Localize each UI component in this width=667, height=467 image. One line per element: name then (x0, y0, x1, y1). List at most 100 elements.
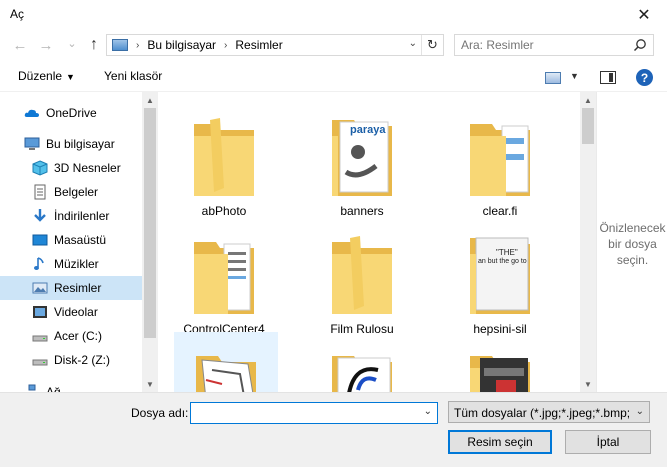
organize-label: Düzenle (18, 69, 63, 83)
nav-item-label: Bu bilgisayar (46, 137, 115, 151)
nav-item-label: Resimler (54, 281, 102, 295)
nav-item-label: Masaüstü (54, 233, 107, 247)
open-button[interactable]: Resim seçin (448, 430, 552, 454)
drive-icon (32, 359, 48, 366)
caret-down-icon: ▼ (66, 72, 75, 82)
nav-item-label: 3D Nesneler (54, 161, 121, 175)
file-item-controlcenter4[interactable]: ControlCenter4 (172, 218, 276, 336)
desktop-icon (32, 234, 48, 246)
nav-item-label: İndirilenler (54, 209, 110, 223)
command-bar: Düzenle ▼ Yeni klasör ▼ ? (0, 62, 667, 92)
pc-icon (112, 39, 128, 51)
nav-item-label: Müzikler (54, 257, 99, 271)
nav-item-this-pc[interactable]: Bu bilgisayar (0, 132, 142, 156)
file-item-clear-fi[interactable]: clear.fi (448, 100, 552, 218)
scroll-down-icon[interactable]: ▼ (580, 376, 596, 392)
nav-item-drive-c[interactable]: Acer (C:) (0, 324, 142, 348)
folder-icon (332, 236, 392, 314)
file-item-film-rulosu[interactable]: Film Rulosu (310, 218, 414, 336)
file-item[interactable] (310, 332, 414, 392)
preview-line: bir dosya (608, 237, 657, 251)
nav-item-documents[interactable]: Belgeler (0, 180, 142, 204)
preview-line: Önizlenecek (599, 221, 666, 235)
forward-icon[interactable]: → (36, 36, 56, 54)
scroll-down-icon[interactable]: ▼ (142, 376, 158, 392)
up-icon[interactable]: ↑ (84, 36, 104, 54)
close-icon[interactable]: ✕ (621, 0, 667, 30)
nav-item-network[interactable]: Ağ (0, 380, 142, 392)
file-name: abPhoto (201, 204, 247, 218)
preview-pane-icon[interactable] (600, 71, 616, 84)
file-item-hepsini-sil[interactable]: "THE" an but the go to hepsini-sil (448, 218, 552, 336)
thumbnail-caption: an but the go to (478, 258, 527, 265)
address-bar[interactable]: › Bu bilgisayar › Resimler ⌄ ↻ (106, 34, 444, 56)
breadcrumb-separator: › (224, 39, 228, 51)
nav-item-label: Videolar (54, 305, 98, 319)
chevron-down-icon[interactable]: ⌄ (636, 406, 644, 417)
file-item[interactable] (448, 332, 552, 392)
folder-icon (470, 356, 530, 392)
breadcrumb-pictures[interactable]: Resimler (235, 38, 282, 52)
file-name: clear.fi (482, 204, 518, 218)
preview-line: seçin. (616, 253, 649, 267)
nav-item-label: OneDrive (46, 106, 97, 120)
chevron-down-icon[interactable]: ⌄ (424, 406, 432, 417)
recent-locations-icon[interactable]: ⌄ (62, 34, 82, 52)
document-icon (34, 184, 46, 200)
preview-message: Önizlenecek bir dosya seçin. (597, 220, 667, 268)
search-icon[interactable] (633, 38, 647, 52)
folder-icon (194, 118, 254, 196)
file-list: abPhoto paraya banners clear.fi ControlC… (160, 92, 596, 392)
search-input[interactable] (455, 35, 625, 55)
music-icon (34, 257, 44, 270)
caret-down-icon[interactable]: ▼ (570, 71, 579, 81)
nav-item-drive-z[interactable]: Disk-2 (Z:) (0, 348, 142, 372)
file-item-selected[interactable] (174, 332, 278, 392)
scroll-thumb[interactable] (582, 108, 594, 144)
nav-item-label: Ağ (46, 385, 61, 392)
folder-icon (470, 124, 530, 196)
filetype-select[interactable]: Tüm dosyalar (*.jpg;*.jpeg;*.bmp; ⌄ (448, 401, 650, 423)
drive-icon (32, 335, 48, 342)
navigation-pane: OneDrive Bu bilgisayar 3D Nesneler Belge… (0, 92, 158, 392)
help-icon[interactable]: ? (636, 69, 653, 86)
scroll-thumb[interactable] (144, 108, 156, 338)
nav-item-pictures[interactable]: Resimler (0, 276, 142, 300)
view-options-icon[interactable] (545, 72, 561, 84)
nav-item-desktop[interactable]: Masaüstü (0, 228, 142, 252)
network-icon (28, 384, 36, 391)
nav-item-videos[interactable]: Videolar (0, 300, 142, 324)
refresh-icon[interactable]: ↻ (421, 35, 443, 55)
filetype-value: Tüm dosyalar (*.jpg;*.jpeg;*.bmp; (454, 406, 631, 420)
chevron-down-icon[interactable]: ⌄ (409, 38, 417, 49)
folder-icon (470, 237, 530, 314)
breadcrumb-separator: › (136, 39, 140, 51)
pictures-icon (32, 282, 48, 294)
file-name: banners (340, 204, 384, 218)
nav-item-onedrive[interactable]: OneDrive (0, 101, 142, 125)
cube-icon (32, 160, 48, 176)
file-list-scrollbar[interactable]: ▲ ▼ (580, 92, 596, 392)
file-item-abphoto[interactable]: abPhoto (172, 100, 276, 218)
nav-item-music[interactable]: Müzikler (0, 252, 142, 276)
computer-icon (24, 137, 40, 150)
search-box[interactable] (454, 34, 654, 56)
new-folder-button[interactable]: Yeni klasör (104, 69, 162, 83)
breadcrumb-this-pc[interactable]: Bu bilgisayar (147, 38, 216, 52)
nav-item-3d-objects[interactable]: 3D Nesneler (0, 156, 142, 180)
scroll-up-icon[interactable]: ▲ (142, 92, 158, 108)
back-icon[interactable]: ← (10, 36, 30, 54)
nav-item-downloads[interactable]: İndirilenler (0, 204, 142, 228)
folder-icon (196, 356, 256, 392)
dialog-footer: Dosya adı: ⌄ Tüm dosyalar (*.jpg;*.jpeg;… (0, 392, 667, 467)
organize-button[interactable]: Düzenle ▼ (18, 69, 75, 83)
cancel-button[interactable]: İptal (565, 430, 651, 454)
folder-icon (194, 242, 254, 314)
scroll-up-icon[interactable]: ▲ (580, 92, 596, 108)
filename-input[interactable] (191, 403, 411, 423)
nav-scrollbar[interactable]: ▲ ▼ (142, 92, 158, 392)
folder-icon (332, 356, 392, 392)
file-item-banners[interactable]: paraya banners (310, 100, 414, 218)
filename-combobox[interactable]: ⌄ (190, 402, 438, 424)
filename-label: Dosya adı: (131, 406, 189, 420)
